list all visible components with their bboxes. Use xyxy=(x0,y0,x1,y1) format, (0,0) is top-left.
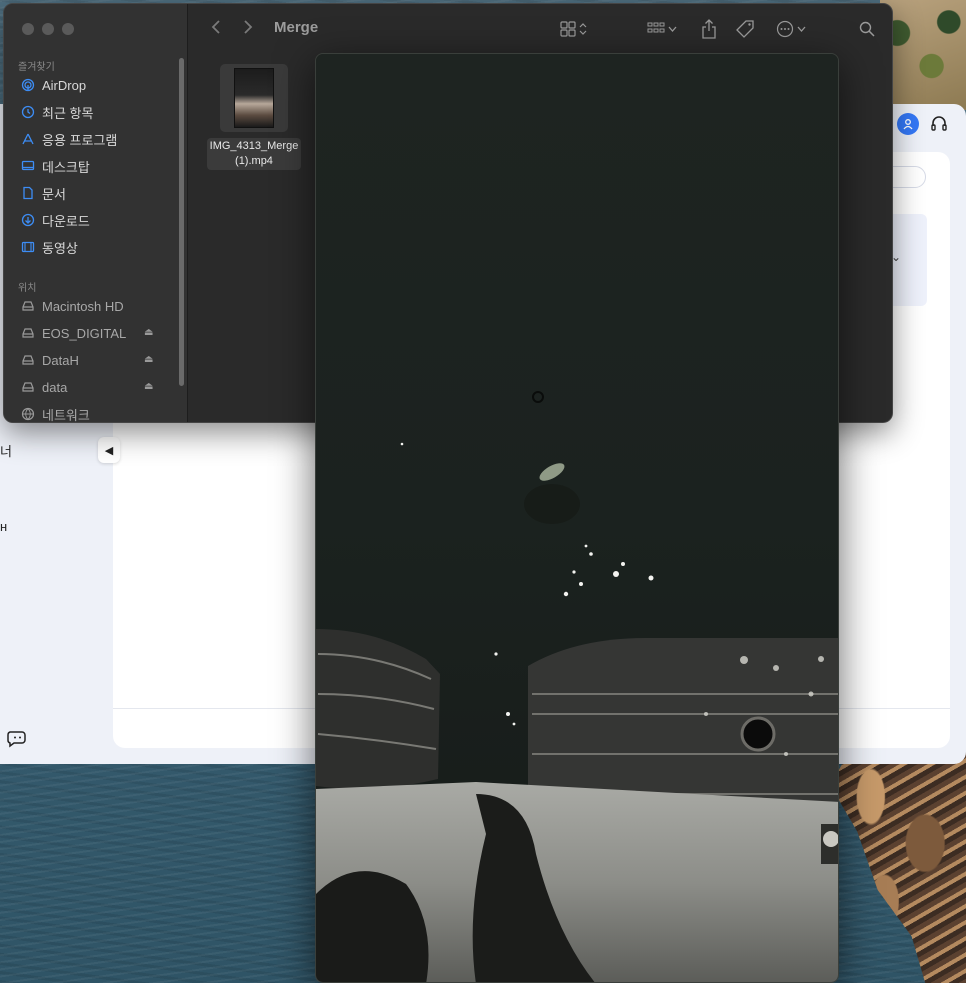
clock-icon xyxy=(20,104,36,120)
download-icon xyxy=(20,212,36,228)
zoom-window-button[interactable] xyxy=(62,23,74,35)
file-item[interactable]: IMG_4313_Merge (1).mp4 xyxy=(200,64,308,170)
applications-icon xyxy=(20,131,36,147)
video-thumbnail xyxy=(220,64,288,132)
sidebar-item-macintosh-hd[interactable]: Macintosh HD xyxy=(20,296,170,316)
background-sidebar-text: 너 xyxy=(0,444,12,459)
chevron-down-icon xyxy=(668,26,677,32)
eject-icon[interactable]: ⏏ xyxy=(144,354,153,365)
disk-icon xyxy=(20,325,36,341)
video-frame xyxy=(316,54,838,982)
sidebar-item-label: 최근 항목 xyxy=(42,105,94,121)
sidebar-item-label: AirDrop xyxy=(42,77,87,93)
file-name-line-2: (1).mp4 xyxy=(235,155,273,167)
sidebar-collapse-button[interactable]: ◀ xyxy=(98,437,120,463)
updown-chevron-icon xyxy=(579,23,587,35)
sidebar-item-label: 응용 프로그램 xyxy=(42,132,118,148)
sidebar-item-label: EOS_DIGITAL xyxy=(42,325,127,341)
share-button[interactable] xyxy=(701,18,717,40)
sidebar-item-label: 다운로드 xyxy=(42,213,90,229)
chatbot-icon[interactable] xyxy=(6,726,28,748)
chevron-left-icon: ◀ xyxy=(104,444,114,457)
sidebar-item-documents[interactable]: 문서 xyxy=(20,183,170,203)
file-name-line-1: IMG_4313_Merge xyxy=(209,140,299,152)
sidebar-item-network[interactable]: 네트워크 xyxy=(20,404,170,423)
group-button[interactable] xyxy=(647,18,677,40)
close-window-button[interactable] xyxy=(22,23,34,35)
sidebar-item-applications[interactable]: 응용 프로그램 xyxy=(20,129,170,149)
sidebar-item-label: 데스크탑 xyxy=(42,159,90,175)
sidebar-item-label: Macintosh HD xyxy=(42,298,124,314)
sidebar-section-favorites: 즐겨찾기 xyxy=(18,62,55,73)
sidebar-item-label: data xyxy=(42,379,68,395)
more-actions-button[interactable] xyxy=(776,18,806,40)
sidebar-item-movies[interactable]: 동영상 xyxy=(20,237,170,257)
eject-icon[interactable]: ⏏ xyxy=(144,327,153,338)
sidebar-item-label: 네트워크 xyxy=(42,407,90,423)
grid-icon xyxy=(560,21,576,37)
share-icon xyxy=(702,19,716,39)
sidebar-item-recents[interactable]: 최근 항목 xyxy=(20,102,170,122)
tag-button[interactable] xyxy=(735,18,755,40)
user-icon[interactable] xyxy=(897,113,919,135)
group-grid-icon xyxy=(647,22,665,33)
disk-icon xyxy=(20,298,36,314)
sidebar-section-locations: 위치 xyxy=(18,283,37,294)
disk-icon xyxy=(20,379,36,395)
chevron-down-icon xyxy=(797,26,806,32)
network-icon xyxy=(20,406,36,422)
finder-sidebar: 즐겨찾기 AirDrop 최근 항목 응용 프로그램 데스크탑 문서 다운로드 … xyxy=(4,4,188,423)
airdrop-icon xyxy=(20,77,36,93)
view-mode-button[interactable] xyxy=(560,18,587,40)
desktop-icon xyxy=(20,158,36,174)
file-name-label: IMG_4313_Merge (1).mp4 xyxy=(206,138,302,170)
tag-icon xyxy=(736,20,754,38)
sidebar-item-label: 문서 xyxy=(42,186,66,202)
video-preview-window[interactable] xyxy=(315,53,839,983)
search-button[interactable] xyxy=(859,18,875,40)
sidebar-item-label: 동영상 xyxy=(42,240,78,256)
document-icon xyxy=(20,185,36,201)
sidebar-item-desktop[interactable]: 데스크탑 xyxy=(20,156,170,176)
window-title: Merge xyxy=(274,19,319,36)
window-controls xyxy=(22,23,74,35)
film-icon xyxy=(20,239,36,255)
sidebar-item-downloads[interactable]: 다운로드 xyxy=(20,210,170,230)
eject-icon[interactable]: ⏏ xyxy=(144,381,153,392)
forward-button[interactable] xyxy=(242,18,254,41)
sidebar-scrollbar[interactable] xyxy=(179,58,184,386)
search-icon xyxy=(859,21,875,37)
disk-icon xyxy=(20,352,36,368)
sidebar-item-label: DataH xyxy=(42,352,79,368)
minimize-window-button[interactable] xyxy=(42,23,54,35)
video-thumbnail-image xyxy=(234,68,274,128)
back-button[interactable] xyxy=(210,18,222,41)
background-sidebar-text: н xyxy=(0,519,8,534)
ellipsis-circle-icon xyxy=(776,20,794,38)
sidebar-item-airdrop[interactable]: AirDrop xyxy=(20,75,170,95)
headset-icon[interactable] xyxy=(928,113,950,135)
